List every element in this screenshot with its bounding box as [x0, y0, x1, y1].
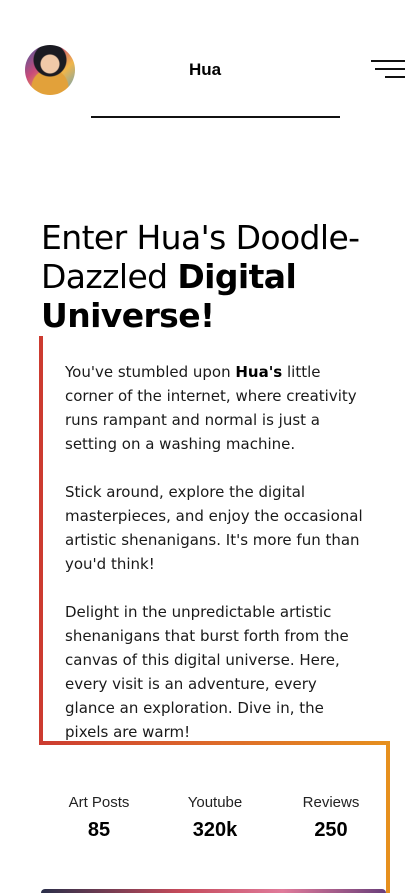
stat-label: Youtube: [187, 794, 243, 811]
stat-value: 320k: [192, 819, 238, 841]
stat-youtube: Youtube 320k: [155, 794, 275, 842]
intro-text: You've stumbled upon Hua's little corner…: [65, 360, 365, 768]
hero-headline: Enter Hua's Doodle-Dazzled Digital Unive…: [41, 218, 381, 335]
intro-paragraph-2: Stick around, explore the digital master…: [65, 483, 363, 573]
intro-paragraph-3: Delight in the unpredictable artistic sh…: [65, 603, 349, 741]
menu-line: [371, 60, 405, 62]
stat-art-posts: Art Posts 85: [39, 794, 159, 842]
brand-name[interactable]: Hua: [0, 60, 410, 80]
intro-text-span: You've stumbled upon: [65, 363, 236, 381]
intro-paragraph-1: You've stumbled upon Hua's little corner…: [65, 360, 365, 456]
intro-bold-name: Hua's: [235, 363, 283, 381]
stat-label: Art Posts: [68, 794, 130, 811]
menu-line: [375, 68, 405, 70]
stat-value: 85: [87, 819, 111, 841]
accent-frame-left: [39, 336, 43, 744]
header-divider: [91, 116, 340, 118]
menu-line: [385, 76, 405, 78]
gallery-card-peek[interactable]: [41, 889, 386, 893]
site-header: Hua: [0, 0, 410, 120]
stat-reviews: Reviews 250: [271, 794, 391, 842]
hamburger-menu-icon[interactable]: [371, 60, 405, 82]
stat-value: 250: [314, 819, 348, 841]
stat-label: Reviews: [302, 794, 360, 811]
